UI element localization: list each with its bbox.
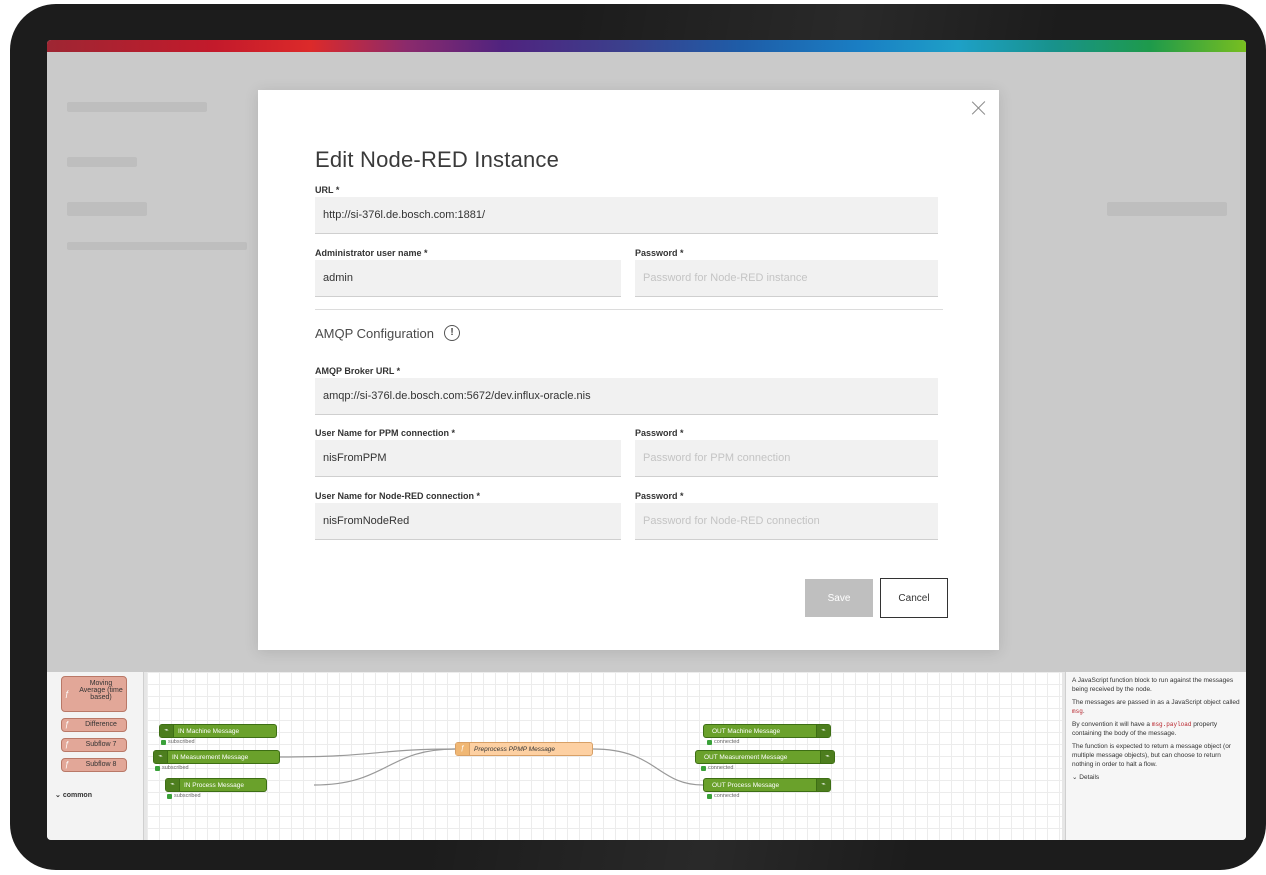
flow-wires [279, 748, 704, 786]
function-icon: ƒ [65, 689, 70, 699]
node-status: subscribed [155, 765, 189, 771]
wire [592, 748, 704, 786]
info-text: The messages are passed in as a JavaScri… [1072, 699, 1240, 706]
palette-node[interactable]: ƒ Subflow 8 [61, 758, 127, 772]
admin-username-label: Administrator user name * [315, 248, 428, 258]
palette-node-label: Subflow 7 [85, 741, 117, 748]
flow-node-in[interactable]: ⌁ IN Measurement Message [153, 750, 280, 764]
palette-node[interactable]: ƒ Subflow 7 [61, 738, 127, 752]
palette-node-label: Subflow 8 [85, 761, 117, 768]
broker-url-label: AMQP Broker URL * [315, 366, 401, 376]
broker-url-field[interactable]: amqp://si-376l.de.bosch.com:5672/dev.inf… [315, 378, 938, 415]
tablet-screen: Edit Node-RED Instance URL * http://si-3… [47, 40, 1246, 840]
amqp-out-icon: ⌁ [816, 779, 830, 791]
flow-node-label: IN Measurement Message [172, 753, 249, 761]
node-status: subscribed [167, 793, 201, 799]
amqp-section-header: AMQP Configuration ! [315, 325, 460, 341]
flow-node-label: IN Process Message [184, 781, 244, 789]
flow-node-in[interactable]: ⌁ IN Process Message [165, 778, 267, 792]
ppm-password-field[interactable]: Password for PPM connection [635, 440, 938, 477]
info-code: msg [1072, 708, 1083, 715]
brand-color-bar [47, 40, 1246, 52]
flow-node-label: OUT Machine Message [712, 727, 781, 735]
ppm-username-label: User Name for PPM connection * [315, 428, 456, 438]
amqp-out-icon: ⌁ [816, 725, 830, 737]
function-icon: ƒ [65, 740, 70, 749]
flow-canvas[interactable]: ⌁ IN Machine Message subscribed ⌁ IN Measu… [147, 672, 1062, 840]
info-paragraph: The messages are passed in as a JavaScri… [1072, 699, 1240, 715]
section-divider [315, 309, 943, 310]
chevron-down-icon: ⌄ [55, 792, 63, 799]
node-status: connected [707, 739, 739, 745]
url-label: URL * [315, 185, 340, 195]
url-field[interactable]: http://si-376l.de.bosch.com:1881/ [315, 197, 938, 234]
amqp-in-icon: ⌁ [160, 725, 174, 737]
nodered-username-label: User Name for Node-RED connection * [315, 491, 481, 501]
flow-node-label: IN Machine Message [178, 727, 240, 735]
flow-node-function[interactable]: ƒ Preprocess PPMP Message [455, 742, 593, 756]
flow-node-label: OUT Process Message [712, 781, 780, 789]
edit-instance-dialog: Edit Node-RED Instance URL * http://si-3… [258, 90, 999, 650]
amqp-section-title: AMQP Configuration [315, 325, 434, 341]
palette-category-label: common [62, 792, 92, 799]
info-paragraph: By convention it will have a msg.payload… [1072, 720, 1240, 738]
flow-node-in[interactable]: ⌁ IN Machine Message [159, 724, 277, 738]
dialog-title: Edit Node-RED Instance [315, 147, 560, 172]
palette-category-common[interactable]: ⌄ common [55, 791, 92, 799]
palette-node-label: Difference [85, 721, 117, 728]
flow-node-label: Preprocess PPMP Message [474, 745, 556, 753]
amqp-in-icon: ⌁ [154, 751, 168, 763]
amqp-in-icon: ⌁ [166, 779, 180, 791]
instance-password-field[interactable]: Password for Node-RED instance [635, 260, 938, 297]
amqp-out-icon: ⌁ [820, 751, 834, 763]
ppm-password-label: Password * [635, 428, 684, 438]
info-code: msg.payload [1151, 721, 1192, 728]
ppm-username-field[interactable]: nisFromPPM [315, 440, 621, 477]
info-sidebar: A JavaScript function block to run again… [1065, 672, 1246, 840]
function-icon: ƒ [65, 760, 70, 769]
info-paragraph: A JavaScript function block to run again… [1072, 677, 1234, 693]
info-icon[interactable]: ! [444, 325, 460, 341]
info-text: By convention it will have a [1072, 721, 1152, 728]
close-icon[interactable] [971, 100, 987, 116]
node-status: connected [707, 793, 739, 799]
function-icon: ƒ [65, 720, 70, 729]
nodered-password-field[interactable]: Password for Node-RED connection [635, 503, 938, 540]
admin-username-field[interactable]: admin [315, 260, 621, 297]
palette-node[interactable]: ƒ Moving Average (time based) [61, 676, 127, 712]
nodered-password-label: Password * [635, 491, 684, 501]
details-toggle[interactable]: ⌄ Details [1072, 773, 1240, 782]
flow-node-label: OUT Measurement Message [704, 753, 788, 761]
password-label: Password * [635, 248, 684, 258]
node-status: subscribed [161, 739, 195, 745]
flow-node-out[interactable]: OUT Process Message ⌁ [703, 778, 831, 792]
save-button[interactable]: Save [805, 579, 873, 617]
info-paragraph: The function is expected to return a mes… [1072, 743, 1231, 768]
node-status: connected [701, 765, 733, 771]
flow-node-out[interactable]: OUT Machine Message ⌁ [703, 724, 831, 738]
node-palette: ƒ Moving Average (time based) ƒ Difference… [47, 672, 144, 840]
function-icon: ƒ [456, 743, 470, 755]
palette-node[interactable]: ƒ Difference [61, 718, 127, 732]
wire [313, 748, 456, 786]
flow-node-out[interactable]: OUT Measurement Message ⌁ [695, 750, 835, 764]
wire [279, 748, 456, 758]
details-label: Details [1079, 774, 1100, 781]
palette-node-label: Moving Average (time based) [79, 680, 123, 701]
nodered-username-field[interactable]: nisFromNodeRed [315, 503, 621, 540]
cancel-button[interactable]: Cancel [880, 578, 948, 618]
